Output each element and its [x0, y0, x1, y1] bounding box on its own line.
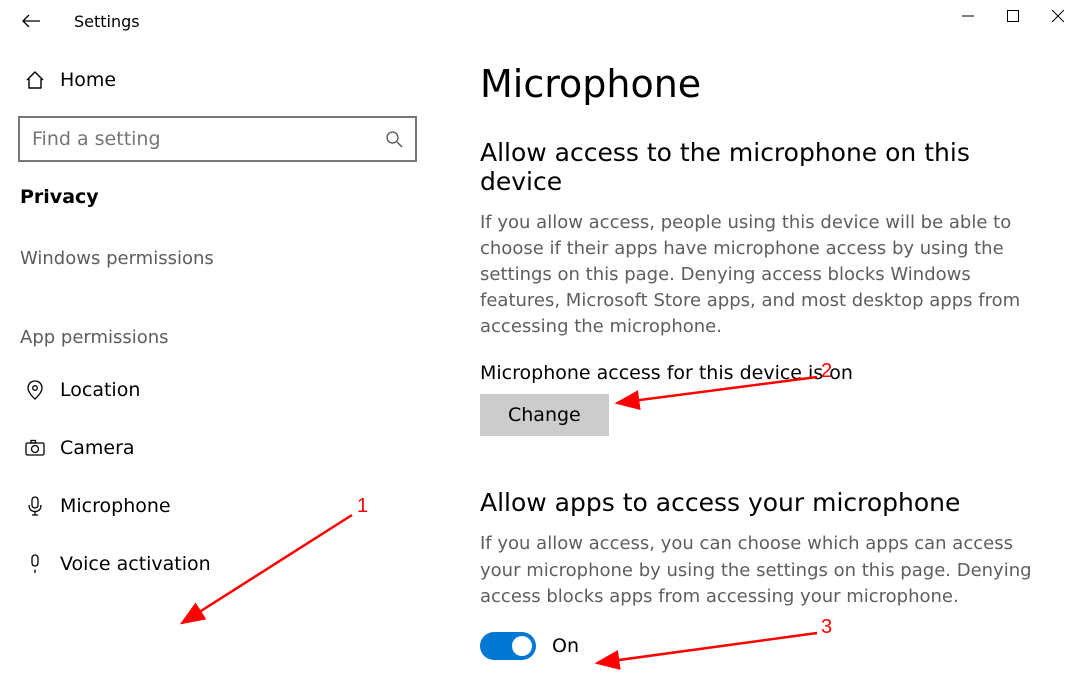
- toggle-row: On: [480, 632, 1050, 660]
- group-label-app: App permissions: [0, 279, 435, 358]
- sidebar-item-label: Microphone: [60, 495, 171, 517]
- sidebar-item-home[interactable]: Home: [0, 58, 435, 102]
- sidebar-item-label: Location: [60, 379, 140, 401]
- allow-apps-toggle[interactable]: [480, 632, 536, 660]
- annotation-label-1: 1: [357, 495, 368, 518]
- back-arrow-icon: [22, 14, 40, 28]
- content-area: Home Privacy Windows permissions App per…: [0, 42, 1080, 689]
- sidebar-item-label: Home: [60, 69, 116, 91]
- search-field[interactable]: [32, 128, 385, 150]
- location-icon: [24, 379, 60, 401]
- maximize-icon: [1007, 10, 1019, 22]
- toggle-label: On: [552, 635, 579, 657]
- mic-access-status: Microphone access for this device is on: [480, 362, 1050, 384]
- search-icon: [385, 130, 403, 148]
- title-bar: Settings: [0, 0, 1080, 42]
- window-title: Settings: [74, 12, 140, 31]
- main-pane: Microphone Allow access to the microphon…: [435, 42, 1080, 689]
- change-button[interactable]: Change: [480, 394, 609, 436]
- section1-desc: If you allow access, people using this d…: [480, 210, 1050, 340]
- back-button[interactable]: [18, 8, 44, 34]
- close-button[interactable]: [1035, 0, 1080, 32]
- camera-icon: [24, 437, 60, 459]
- maximize-button[interactable]: [990, 0, 1035, 32]
- voice-icon: [24, 553, 60, 575]
- window-controls: [945, 0, 1080, 32]
- home-icon: [24, 69, 60, 91]
- minimize-button[interactable]: [945, 0, 990, 32]
- sidebar-item-location[interactable]: Location: [0, 368, 435, 412]
- minimize-icon: [962, 10, 974, 22]
- search-input[interactable]: [18, 116, 417, 162]
- sidebar-item-label: Voice activation: [60, 553, 211, 575]
- sidebar-item-camera[interactable]: Camera: [0, 426, 435, 470]
- toggle-knob: [512, 636, 532, 656]
- page-title: Microphone: [480, 62, 1050, 106]
- section1-title: Allow access to the microphone on this d…: [480, 138, 1050, 196]
- sidebar-item-microphone[interactable]: Microphone: [0, 484, 435, 528]
- microphone-icon: [24, 495, 60, 517]
- settings-window: Settings Home: [0, 0, 1080, 689]
- sidebar-item-voice[interactable]: Voice activation: [0, 542, 435, 586]
- sidebar-item-label: Camera: [60, 437, 135, 459]
- annotation-label-3: 3: [821, 616, 832, 639]
- section2-title: Allow apps to access your microphone: [480, 488, 1050, 517]
- close-icon: [1052, 10, 1064, 22]
- annotation-label-2: 2: [821, 360, 832, 383]
- section2-desc: If you allow access, you can choose whic…: [480, 531, 1050, 609]
- group-label-windows: Windows permissions: [0, 226, 435, 279]
- sidebar: Home Privacy Windows permissions App per…: [0, 42, 435, 689]
- category-label: Privacy: [0, 180, 435, 226]
